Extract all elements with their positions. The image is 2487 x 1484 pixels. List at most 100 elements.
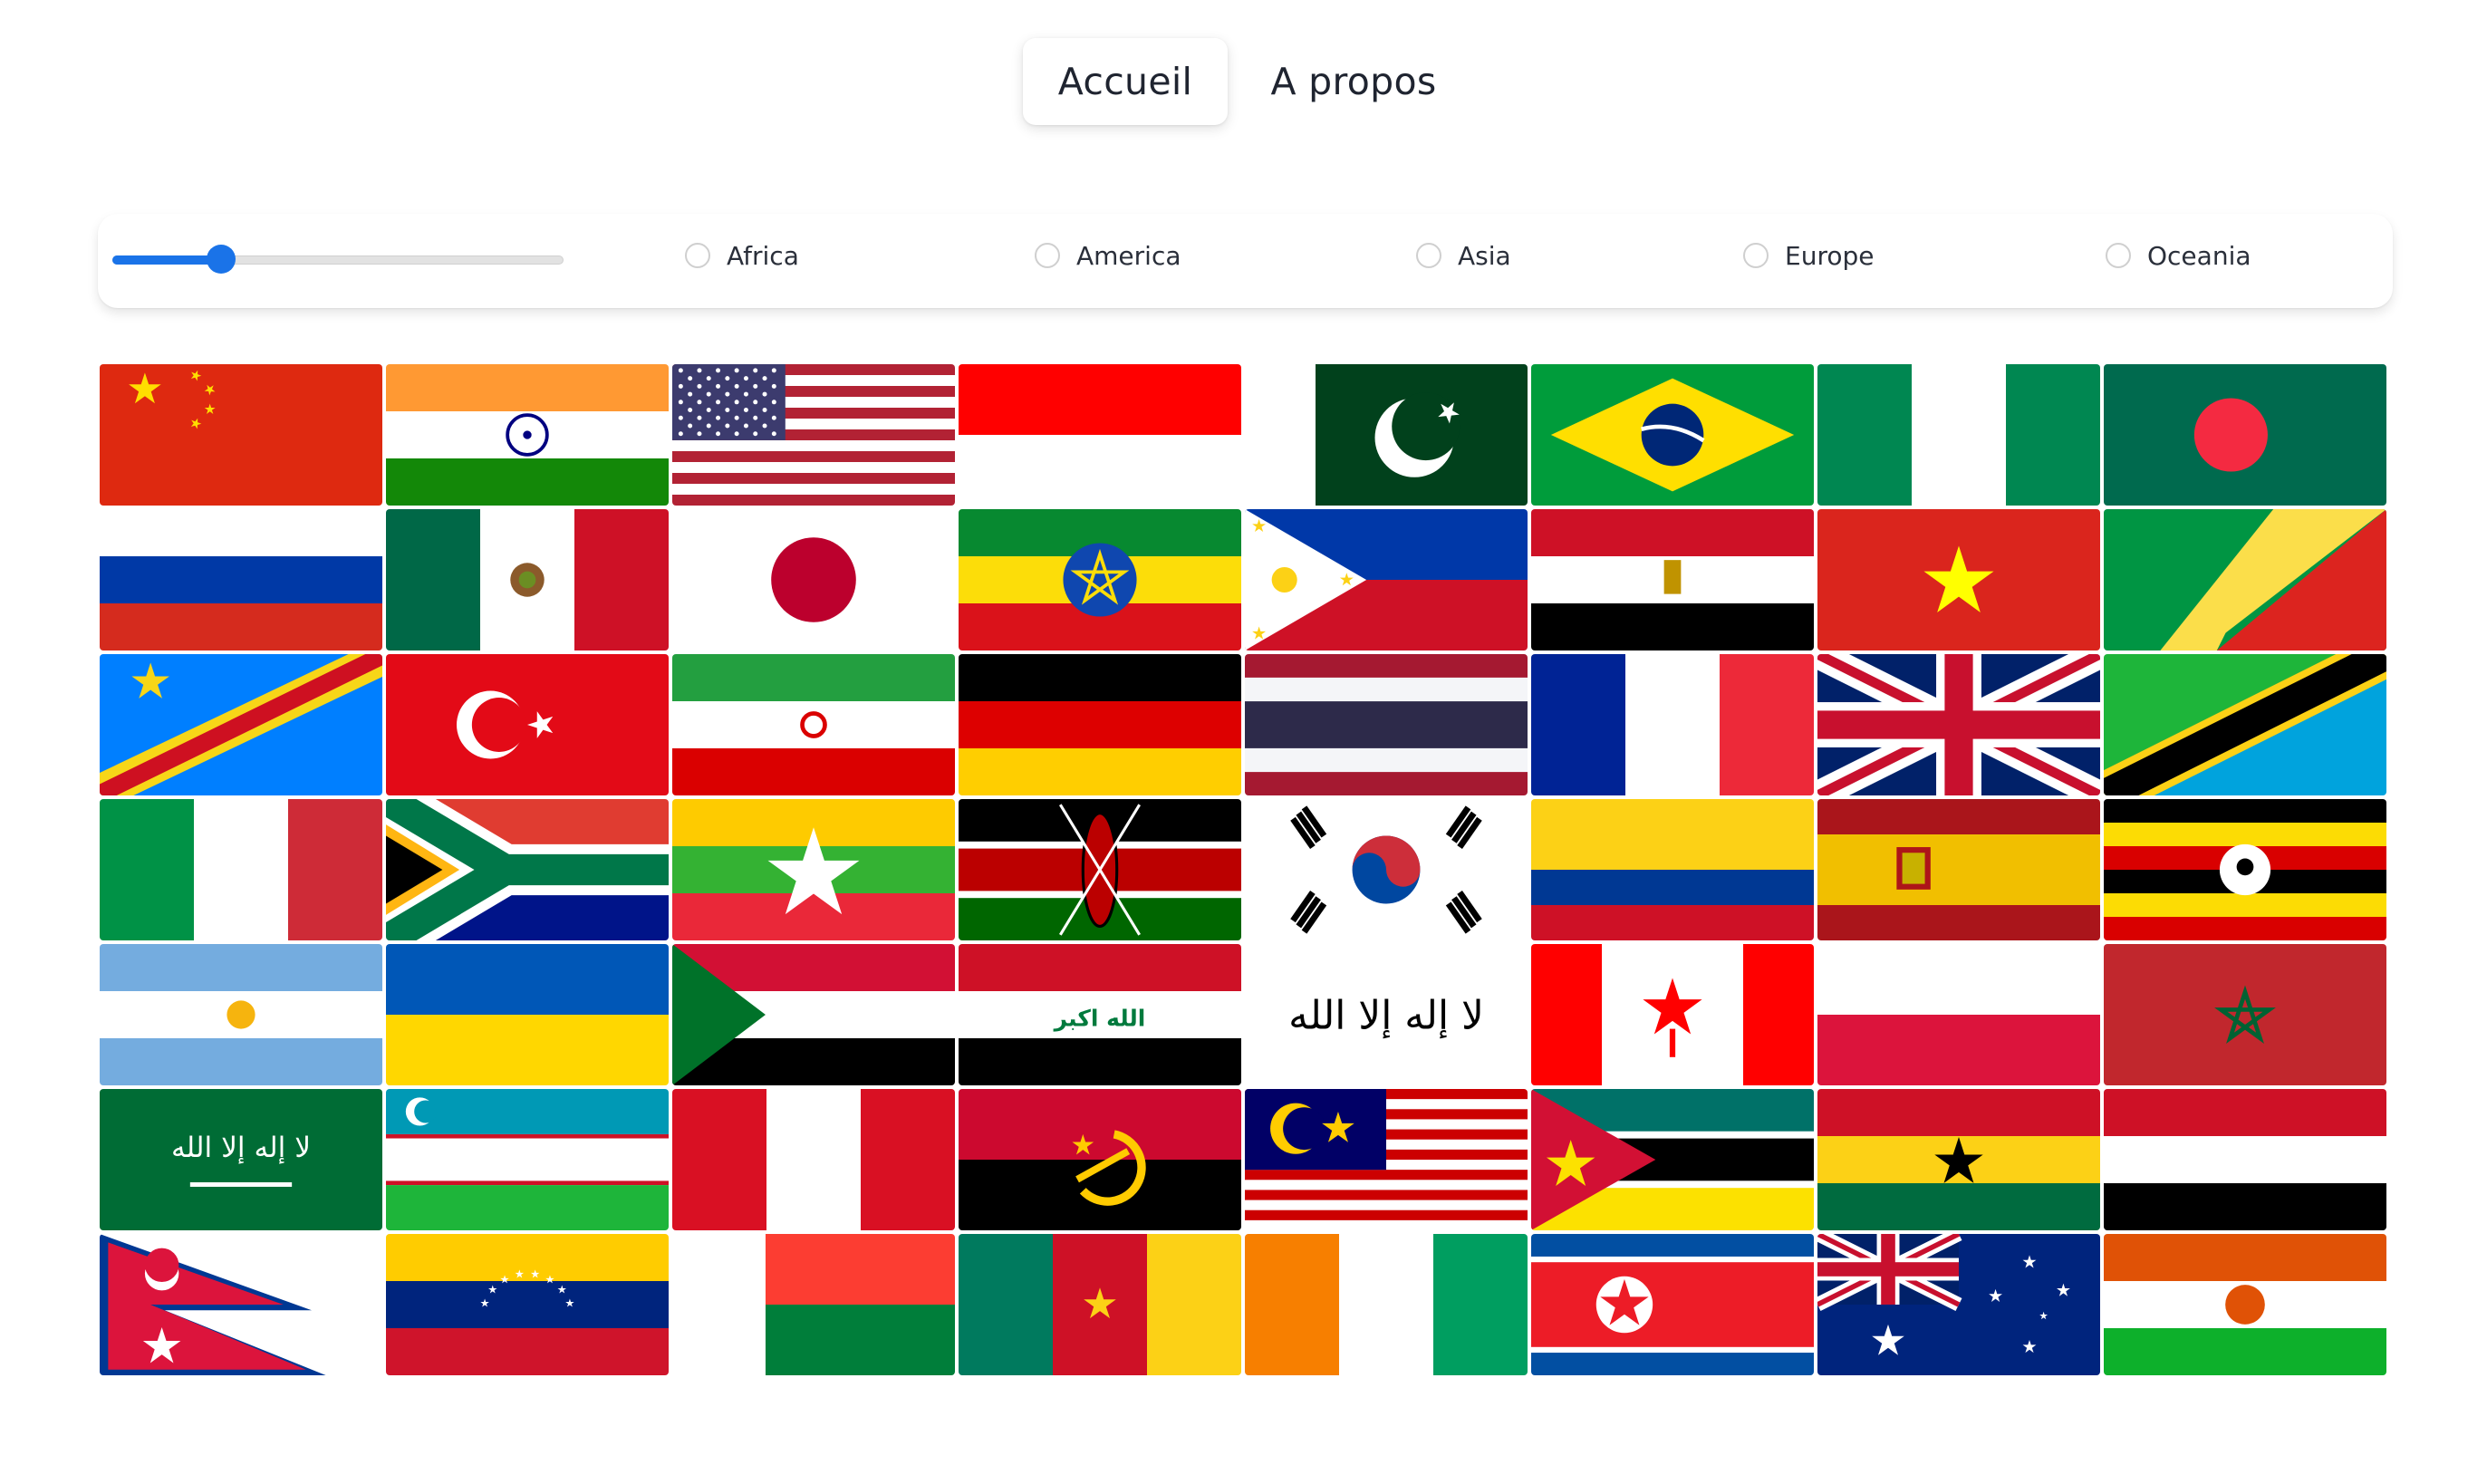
flag-brazil[interactable] bbox=[1531, 364, 1814, 506]
flag-usa[interactable] bbox=[672, 364, 955, 506]
flag-ethiopia[interactable] bbox=[959, 509, 1241, 650]
flag-philippines-icon bbox=[1245, 509, 1528, 650]
flag-yemen[interactable] bbox=[2104, 1089, 2386, 1230]
flag-france[interactable] bbox=[1531, 654, 1814, 795]
flag-uzbekistan[interactable] bbox=[386, 1089, 669, 1230]
svg-text:لا إله إلا الله: لا إله إلا الله bbox=[1288, 993, 1484, 1039]
flag-nepal[interactable] bbox=[100, 1234, 382, 1375]
flag-colombia[interactable] bbox=[1531, 799, 1814, 940]
region-label: Asia bbox=[1458, 240, 1511, 271]
top-nav: Accueil A propos bbox=[0, 38, 2487, 129]
flag-brazil-icon bbox=[1531, 364, 1814, 506]
flag-indonesia-icon bbox=[959, 364, 1241, 506]
flag-tanzania-icon bbox=[2104, 654, 2386, 795]
region-radio-europe[interactable]: Europe bbox=[1743, 236, 1874, 275]
flag-italy[interactable] bbox=[100, 799, 382, 940]
region-radio-africa[interactable]: Africa bbox=[685, 236, 799, 275]
radio-circle[interactable] bbox=[1416, 243, 1441, 268]
flag-australia[interactable] bbox=[1817, 1234, 2100, 1375]
flag-indonesia[interactable] bbox=[959, 364, 1241, 506]
flag-canada-icon bbox=[1531, 944, 1814, 1085]
flag-size-slider[interactable] bbox=[112, 245, 564, 274]
flag-afghanistan[interactable]: لا إله إلا الله bbox=[1245, 944, 1528, 1085]
filter-bar: Africa America Asia Europe Oceania bbox=[98, 214, 2393, 308]
flag-malaysia[interactable] bbox=[1245, 1089, 1528, 1230]
flag-uganda[interactable] bbox=[2104, 799, 2386, 940]
radio-circle[interactable] bbox=[1035, 243, 1060, 268]
region-radio-asia[interactable]: Asia bbox=[1416, 236, 1511, 275]
flag-south-africa-icon bbox=[386, 799, 669, 940]
flag-dr-congo-icon bbox=[100, 654, 382, 795]
flag-philippines[interactable] bbox=[1245, 509, 1528, 650]
flag-india[interactable] bbox=[386, 364, 669, 506]
flag-dr-congo[interactable] bbox=[100, 654, 382, 795]
flag-sudan[interactable] bbox=[672, 944, 955, 1085]
region-radio-america[interactable]: America bbox=[1035, 236, 1181, 275]
flag-poland[interactable] bbox=[1817, 944, 2100, 1085]
flag-china[interactable] bbox=[100, 364, 382, 506]
flag-ukraine[interactable] bbox=[386, 944, 669, 1085]
flag-madagascar[interactable] bbox=[672, 1234, 955, 1375]
flag-saudi-arabia[interactable]: لا إله إلا الله bbox=[100, 1089, 382, 1230]
flag-spain[interactable] bbox=[1817, 799, 2100, 940]
flag-bangladesh-icon bbox=[2104, 364, 2386, 506]
flag-south-africa[interactable] bbox=[386, 799, 669, 940]
flag-peru[interactable] bbox=[672, 1089, 955, 1230]
flag-turkey[interactable] bbox=[386, 654, 669, 795]
flag-republic-of-congo[interactable] bbox=[2104, 509, 2386, 650]
flag-cameroon-icon bbox=[959, 1234, 1241, 1375]
flag-japan[interactable] bbox=[672, 509, 955, 650]
flag-angola[interactable] bbox=[959, 1089, 1241, 1230]
flag-uganda-icon bbox=[2104, 799, 2386, 940]
radio-circle[interactable] bbox=[1743, 243, 1769, 268]
flag-china-icon bbox=[100, 364, 382, 506]
flag-north-korea[interactable] bbox=[1531, 1234, 1814, 1375]
flag-mexico-icon bbox=[386, 509, 669, 650]
radio-circle[interactable] bbox=[685, 243, 710, 268]
flag-myanmar[interactable] bbox=[672, 799, 955, 940]
flag-madagascar-icon bbox=[672, 1234, 955, 1375]
flag-ghana[interactable] bbox=[1817, 1089, 2100, 1230]
radio-circle[interactable] bbox=[2106, 243, 2131, 268]
flag-grid: الله اكبر لا إله إلا الله لا إله إلا الله bbox=[100, 364, 2386, 1375]
flag-egypt[interactable] bbox=[1531, 509, 1814, 650]
flag-nigeria[interactable] bbox=[1817, 364, 2100, 506]
flag-cameroon[interactable] bbox=[959, 1234, 1241, 1375]
slider-thumb[interactable] bbox=[206, 245, 236, 274]
region-label: America bbox=[1076, 240, 1181, 271]
flag-iran-icon bbox=[672, 654, 955, 795]
nav-about-button[interactable]: A propos bbox=[1253, 38, 1454, 125]
region-label: Africa bbox=[727, 240, 799, 271]
flag-russia-icon bbox=[100, 509, 382, 650]
flag-yemen-icon bbox=[2104, 1089, 2386, 1230]
flag-thailand[interactable] bbox=[1245, 654, 1528, 795]
flag-vietnam[interactable] bbox=[1817, 509, 2100, 650]
flag-united-kingdom[interactable] bbox=[1817, 654, 2100, 795]
flag-saudi-arabia-icon: لا إله إلا الله bbox=[100, 1089, 382, 1230]
slider-fill bbox=[112, 255, 221, 265]
flag-bangladesh[interactable] bbox=[2104, 364, 2386, 506]
flag-canada[interactable] bbox=[1531, 944, 1814, 1085]
flag-south-korea[interactable] bbox=[1245, 799, 1528, 940]
flag-niger-icon bbox=[2104, 1234, 2386, 1375]
flag-tanzania[interactable] bbox=[2104, 654, 2386, 795]
region-radio-oceania[interactable]: Oceania bbox=[2106, 236, 2251, 275]
flag-ivory-coast[interactable] bbox=[1245, 1234, 1528, 1375]
flag-argentina-icon bbox=[100, 944, 382, 1085]
flag-russia[interactable] bbox=[100, 509, 382, 650]
flag-morocco[interactable] bbox=[2104, 944, 2386, 1085]
nav-home-button[interactable]: Accueil bbox=[1023, 38, 1228, 125]
flag-kenya[interactable] bbox=[959, 799, 1241, 940]
svg-text:لا إله إلا الله: لا إله إلا الله bbox=[171, 1132, 311, 1164]
flag-iraq[interactable]: الله اكبر bbox=[959, 944, 1241, 1085]
flag-argentina[interactable] bbox=[100, 944, 382, 1085]
flag-pakistan[interactable] bbox=[1245, 364, 1528, 506]
flag-mexico[interactable] bbox=[386, 509, 669, 650]
flag-poland-icon bbox=[1817, 944, 2100, 1085]
flag-iran[interactable] bbox=[672, 654, 955, 795]
flag-niger[interactable] bbox=[2104, 1234, 2386, 1375]
flag-germany[interactable] bbox=[959, 654, 1241, 795]
flag-iraq-icon: الله اكبر bbox=[959, 944, 1241, 1085]
flag-venezuela[interactable] bbox=[386, 1234, 669, 1375]
flag-mozambique[interactable] bbox=[1531, 1089, 1814, 1230]
